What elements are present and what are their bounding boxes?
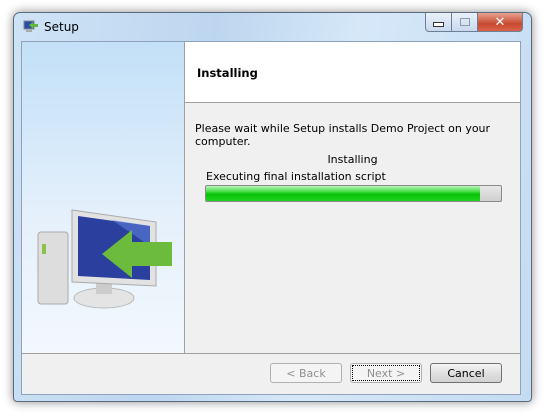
wizard-client: Installing Please wait while Setup insta…: [21, 41, 521, 395]
maximize-icon: [459, 18, 470, 26]
description-text: Please wait while Setup installs Demo Pr…: [195, 122, 491, 148]
close-icon: ✕: [494, 14, 506, 30]
wizard-side-panel: [22, 42, 185, 353]
page-title: Installing: [197, 66, 258, 80]
progress-fill: [206, 186, 481, 201]
divider: [22, 353, 520, 354]
next-button[interactable]: Next >: [350, 363, 422, 383]
minimize-button[interactable]: [425, 13, 452, 32]
app-icon: [23, 20, 38, 32]
back-button[interactable]: < Back: [270, 363, 342, 383]
wizard-header: Installing: [185, 42, 520, 103]
action-text: Executing final installation script: [206, 170, 386, 183]
maximize-button[interactable]: [452, 13, 478, 32]
progress-bar: [205, 185, 502, 202]
close-button[interactable]: ✕: [478, 13, 523, 32]
setup-window: Setup ✕ Installing Please wait while Set…: [13, 12, 532, 402]
minimize-icon: [433, 22, 444, 27]
computer-arrow-illustration: [37, 209, 172, 309]
window-controls: ✕: [425, 13, 523, 32]
status-text: Installing: [327, 153, 378, 166]
cancel-button[interactable]: Cancel: [430, 363, 502, 383]
window-title: Setup: [44, 20, 79, 34]
